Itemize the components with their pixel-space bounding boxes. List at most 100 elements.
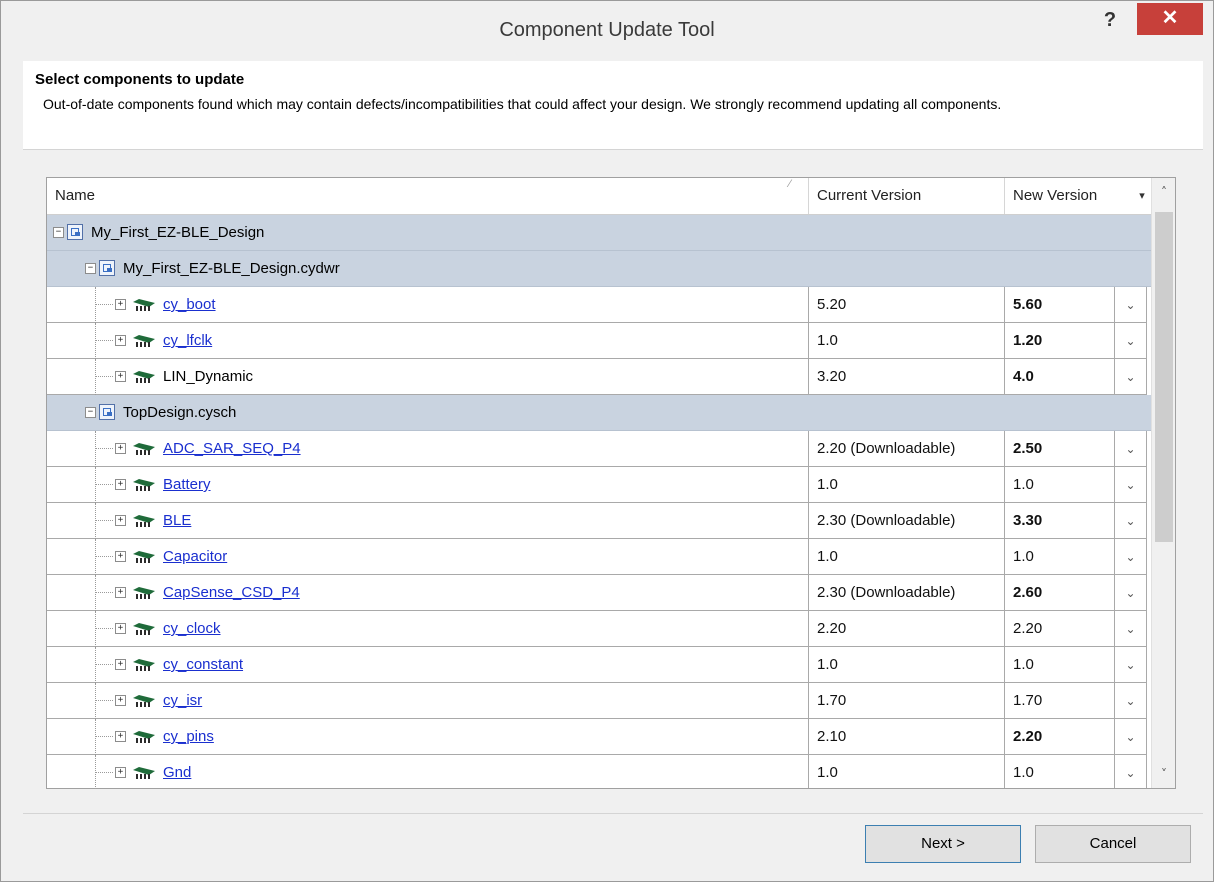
new-version-cell[interactable]: 1.20 (1005, 323, 1115, 359)
version-dropdown-icon[interactable]: ⌄ (1115, 467, 1147, 503)
new-version-cell[interactable]: 4.0 (1005, 359, 1115, 395)
new-version-cell[interactable]: 2.20 (1005, 719, 1115, 755)
collapse-expander[interactable]: − (85, 407, 96, 418)
new-version-cell[interactable]: 1.0 (1005, 539, 1115, 575)
component-link[interactable]: Gnd (163, 755, 191, 788)
component-link[interactable]: Capacitor (163, 539, 227, 575)
schematic-file-icon (99, 404, 115, 420)
expand-expander[interactable]: + (115, 767, 126, 778)
component-link[interactable]: CapSense_CSD_P4 (163, 575, 300, 611)
expand-expander[interactable]: + (115, 515, 126, 526)
version-dropdown-icon[interactable]: ⌄ (1115, 431, 1147, 467)
header-description: Out-of-date components found which may c… (43, 96, 1002, 112)
component-row[interactable]: + cy_constant 1.0 1.0 ⌄ (47, 647, 1151, 683)
tree-line (95, 683, 96, 719)
component-row[interactable]: + LIN_Dynamic 3.20 4.0 ⌄ (47, 359, 1151, 395)
expand-expander[interactable]: + (115, 371, 126, 382)
component-tree-grid[interactable]: Name ⁄ Current Version New Version ▾ − My… (46, 177, 1176, 789)
component-link[interactable]: ADC_SAR_SEQ_P4 (163, 431, 301, 467)
version-dropdown-icon[interactable]: ⌄ (1115, 647, 1147, 683)
component-link[interactable]: Battery (163, 467, 211, 503)
tree-line (95, 431, 96, 467)
expand-expander[interactable]: + (115, 587, 126, 598)
tree-line (95, 448, 113, 449)
tree-line (95, 304, 113, 305)
new-version-cell[interactable]: 5.60 (1005, 287, 1115, 323)
collapse-expander[interactable]: − (85, 263, 96, 274)
component-row[interactable]: + cy_pins 2.10 2.20 ⌄ (47, 719, 1151, 755)
scroll-up-icon[interactable]: ˄ (1156, 184, 1172, 200)
column-header-current-version[interactable]: Current Version (809, 178, 1005, 214)
new-version-cell[interactable]: 1.0 (1005, 755, 1115, 788)
new-version-cell[interactable]: 2.60 (1005, 575, 1115, 611)
component-row[interactable]: + CapSense_CSD_P4 2.30 (Downloadable) 2.60 ⌄ (47, 575, 1151, 611)
component-link[interactable]: cy_constant (163, 647, 243, 683)
tree-line (95, 323, 96, 359)
vertical-scrollbar[interactable]: ˄ ˅ (1151, 178, 1175, 788)
new-version-cell[interactable]: 2.20 (1005, 611, 1115, 647)
version-dropdown-icon[interactable]: ⌄ (1115, 719, 1147, 755)
component-row[interactable]: + cy_lfclk 1.0 1.20 ⌄ (47, 323, 1151, 359)
new-version-cell[interactable]: 1.0 (1005, 467, 1115, 503)
new-version-cell[interactable]: 1.0 (1005, 647, 1115, 683)
component-row[interactable]: + ADC_SAR_SEQ_P4 2.20 (Downloadable) 2.50 ⌄ (47, 431, 1151, 467)
cancel-button[interactable]: Cancel (1035, 825, 1191, 863)
version-dropdown-icon[interactable]: ⌄ (1115, 611, 1147, 647)
expand-expander[interactable]: + (115, 299, 126, 310)
column-menu-arrow-icon[interactable]: ▾ (1135, 180, 1149, 210)
component-link[interactable]: cy_boot (163, 287, 216, 323)
component-row[interactable]: + cy_isr 1.70 1.70 ⌄ (47, 683, 1151, 719)
component-row[interactable]: + Capacitor 1.0 1.0 ⌄ (47, 539, 1151, 575)
expand-expander[interactable]: + (115, 695, 126, 706)
new-version-cell[interactable]: 1.70 (1005, 683, 1115, 719)
component-row[interactable]: + cy_boot 5.20 5.60 ⌄ (47, 287, 1151, 323)
next-button[interactable]: Next > (865, 825, 1021, 863)
component-row[interactable]: + BLE 2.30 (Downloadable) 3.30 ⌄ (47, 503, 1151, 539)
component-link[interactable]: BLE (163, 503, 191, 539)
expand-expander[interactable]: + (115, 731, 126, 742)
column-header-new-version[interactable]: New Version (1005, 178, 1137, 214)
component-row[interactable]: + Gnd 1.0 1.0 ⌄ (47, 755, 1151, 788)
component-link[interactable]: cy_isr (163, 683, 202, 719)
version-dropdown-icon[interactable]: ⌄ (1115, 287, 1147, 323)
tree-line (95, 467, 96, 503)
scroll-down-icon[interactable]: ˅ (1156, 766, 1172, 782)
column-header-name[interactable]: Name (47, 178, 809, 214)
expand-expander[interactable]: + (115, 443, 126, 454)
component-row[interactable]: + Battery 1.0 1.0 ⌄ (47, 467, 1151, 503)
component-row[interactable]: + cy_clock 2.20 2.20 ⌄ (47, 611, 1151, 647)
schematic-file-icon (99, 260, 115, 276)
expand-expander[interactable]: + (115, 479, 126, 490)
collapse-expander[interactable]: − (53, 227, 64, 238)
expand-expander[interactable]: + (115, 659, 126, 670)
expand-expander[interactable]: + (115, 335, 126, 346)
scrollbar-thumb[interactable] (1155, 212, 1173, 542)
tree-root-row[interactable]: − My_First_EZ-BLE_Design (47, 215, 1151, 251)
group-row[interactable]: − TopDesign.cysch (47, 395, 1151, 431)
current-version-cell: 2.20 (Downloadable) (809, 431, 1005, 467)
component-link[interactable]: cy_pins (163, 719, 214, 755)
version-dropdown-icon[interactable]: ⌄ (1115, 683, 1147, 719)
version-dropdown-icon[interactable]: ⌄ (1115, 359, 1147, 395)
version-dropdown-icon[interactable]: ⌄ (1115, 539, 1147, 575)
component-name-cell: + ADC_SAR_SEQ_P4 (47, 431, 809, 467)
new-version-cell[interactable]: 2.50 (1005, 431, 1115, 467)
version-dropdown-icon[interactable]: ⌄ (1115, 503, 1147, 539)
new-version-cell[interactable]: 3.30 (1005, 503, 1115, 539)
component-link[interactable]: cy_clock (163, 611, 221, 647)
header-title: Select components to update (35, 71, 245, 88)
group-row[interactable]: − My_First_EZ-BLE_Design.cydwr (47, 251, 1151, 287)
expand-expander[interactable]: + (115, 623, 126, 634)
component-name-cell: + cy_pins (47, 719, 809, 755)
current-version-cell: 2.30 (Downloadable) (809, 575, 1005, 611)
version-dropdown-icon[interactable]: ⌄ (1115, 575, 1147, 611)
version-dropdown-icon[interactable]: ⌄ (1115, 323, 1147, 359)
current-version-cell: 1.0 (809, 539, 1005, 575)
current-version-cell: 2.20 (809, 611, 1005, 647)
version-dropdown-icon[interactable]: ⌄ (1115, 755, 1147, 788)
title-bar[interactable]: Component Update Tool ? ✕ (1, 1, 1213, 61)
close-button[interactable]: ✕ (1137, 3, 1203, 35)
component-link[interactable]: cy_lfclk (163, 323, 212, 359)
help-button[interactable]: ? (1095, 7, 1125, 33)
expand-expander[interactable]: + (115, 551, 126, 562)
